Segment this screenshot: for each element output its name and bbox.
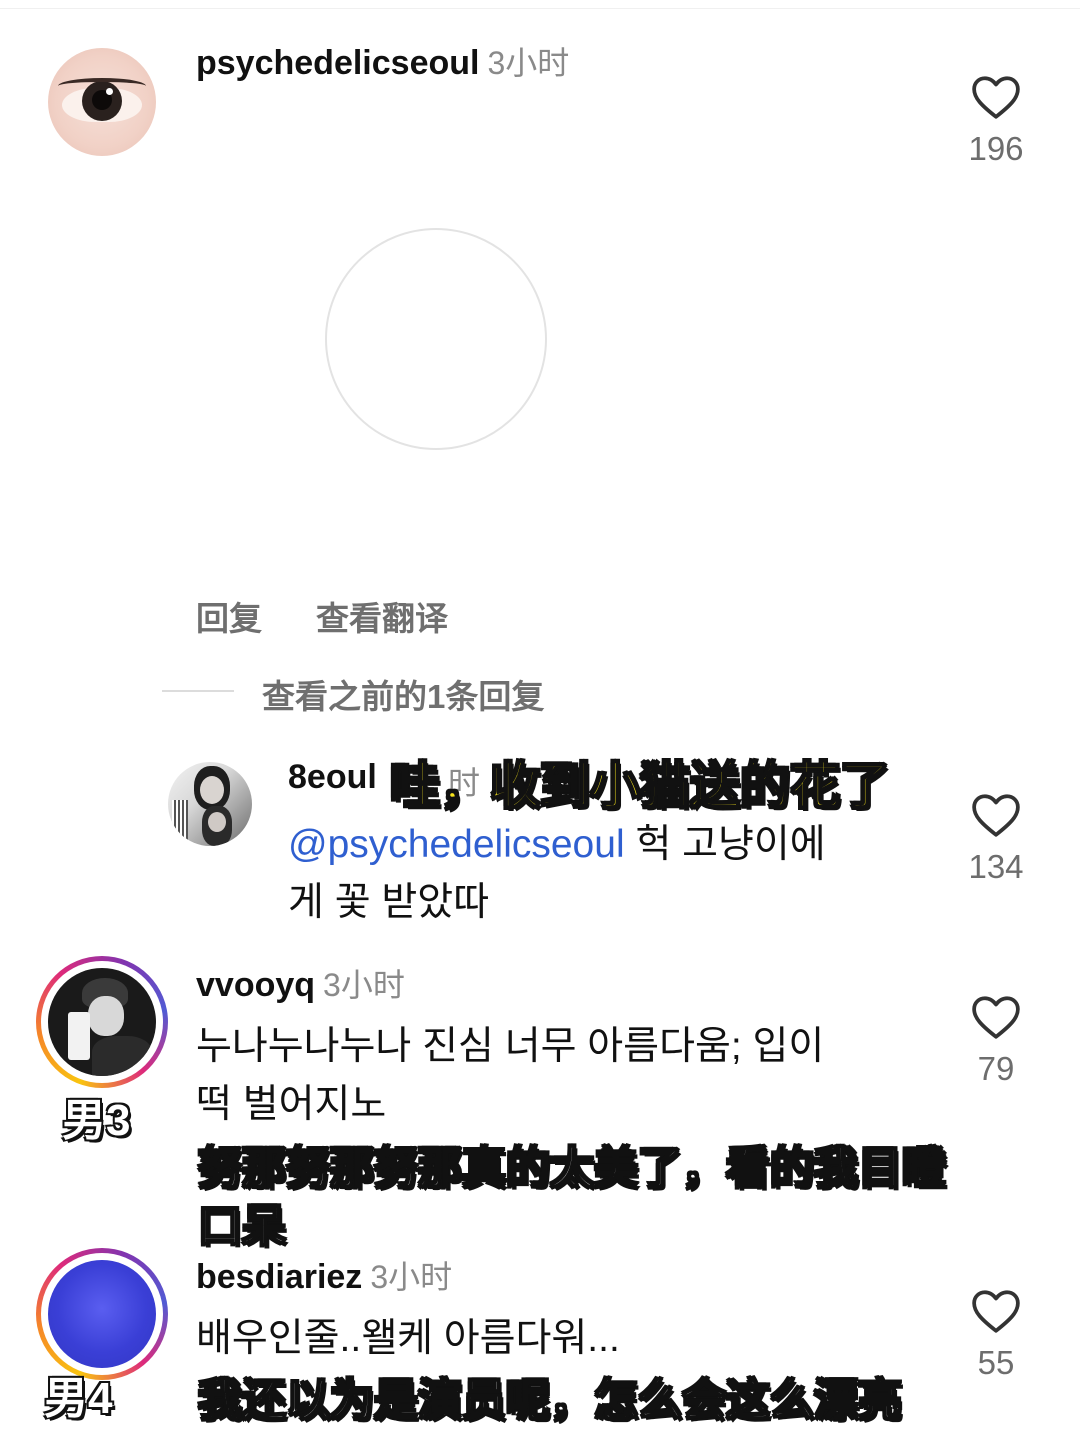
comment-header: besdiariez 3小时 [196,1252,452,1298]
avatar-psychedelicseoul[interactable] [48,48,156,156]
username[interactable]: vvooyq [196,966,315,1004]
username[interactable]: 8eoul [288,758,377,797]
heart-icon [972,996,1020,1039]
like-button[interactable]: 196 [946,74,1046,168]
like-button[interactable]: 134 [946,792,1046,886]
timestamp: 3小时 [323,967,405,1003]
translate-button[interactable]: 查看翻译 [316,592,448,640]
speaker-tag: 男4 [44,1374,113,1423]
comment-header: vvooyq 3小时 [196,960,405,1006]
like-count: 79 [977,1050,1015,1087]
subtitle-line2: 口呆 [197,1201,287,1252]
like-count: 134 [968,848,1024,885]
comment-text: 배우인줄..왤케 아름다워... [196,1317,620,1360]
comment-image-placeholder[interactable] [325,228,547,450]
like-count: 196 [968,130,1024,167]
username[interactable]: psychedelicseoul [196,44,479,82]
avatar-vvooyq [48,968,156,1076]
subtitle-overlay: 哇，收到小猫送的花了 [389,757,891,815]
comment-text: 누나누나누나 진심 너무 아름다움; 입이 떡 벌어지노 [196,1018,916,1134]
comment-text-line1: 누나누나누나 진심 너무 아름다움; 입이 [196,1025,825,1068]
view-previous-replies[interactable]: 查看之前的1条回复 [262,670,544,718]
replies-divider [162,690,234,692]
top-divider [0,8,1080,9]
heart-icon [972,76,1020,119]
heart-icon [972,1290,1020,1333]
avatar-besdiariez [48,1260,156,1368]
speaker-tag: 男3 [62,1096,131,1145]
subtitle-overlay: 我还以为是演员呢，怎么会这么漂亮 [197,1375,903,1426]
mention-link[interactable]: @psychedelicseoul [288,823,625,866]
subtitle-overlay: 努那努那努那真的太美了，看的我目瞪 口呆 [197,1140,947,1256]
like-button[interactable]: 79 [946,994,1046,1088]
like-count: 55 [977,1344,1015,1381]
avatar-8eoul[interactable] [168,762,252,846]
heart-icon [972,794,1020,837]
comment-text-line1: 헉 고냥이에 [624,823,826,866]
like-button[interactable]: 55 [946,1288,1046,1382]
comment-text-line2: 게 꽃 받았따 [288,881,490,924]
timestamp: 3小时 [370,1259,453,1295]
subtitle-line1: 努那努那努那真的太美了，看的我目瞪 [197,1143,947,1194]
comment-text: @psychedelicseoul 헉 고냥이에 게 꽃 받았따 [288,816,928,932]
comment-text-line2: 떡 벌어지노 [196,1083,387,1126]
avatar-story-ring[interactable] [36,956,168,1088]
avatar-story-ring[interactable] [36,1248,168,1380]
reply-button[interactable]: 回复 [196,592,262,640]
comment-header: psychedelicseoul 3小时 [196,38,569,84]
timestamp: 3小时 [487,45,570,81]
username[interactable]: besdiariez [196,1258,362,1296]
